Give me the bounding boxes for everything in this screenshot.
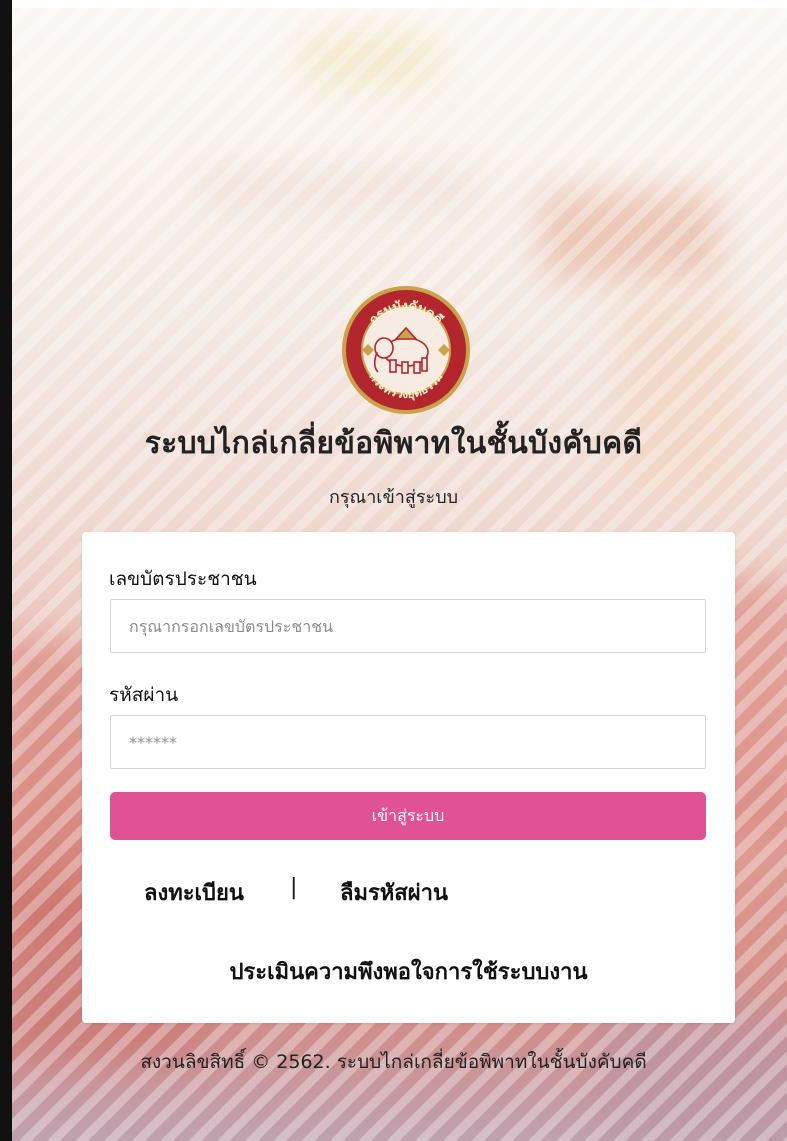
forgot-password-link[interactable]: ลืมรหัสผ่าน [340,875,448,910]
footer-copyright: สงวนลิขสิทธิ์ © 2562. ระบบไกล่เกลี่ยข้อพ… [140,1051,647,1073]
auth-links: ลงทะเบียน | ลืมรหัสผ่าน [82,875,735,906]
login-card: เลขบัตรประชาชน รหัสผ่าน เข้าสู่ระบบ ลงทะ… [82,532,735,1023]
id-card-label: เลขบัตรประชาชน [109,568,257,590]
link-separator: | [290,875,298,900]
login-page: กรมบังคับคดี กระทรวงยุติธรรม ระบบไกล่เกล… [0,0,787,1141]
page-title: ระบบไกล่เกลี่ยข้อพิพาทในชั้นบังคับคดี [144,426,643,461]
department-seal-logo: กรมบังคับคดี กระทรวงยุติธรรม [342,286,470,414]
register-link[interactable]: ลงทะเบียน [144,875,244,910]
top-edge [0,0,787,8]
page-subtitle: กรุณาเข้าสู่ระบบ [328,487,459,508]
password-label: รหัสผ่าน [109,684,179,706]
left-edge-bar [0,0,12,1141]
password-input[interactable] [110,715,706,769]
id-card-input[interactable] [110,599,706,653]
login-button[interactable]: เข้าสู่ระบบ [110,792,706,840]
satisfaction-survey-link[interactable]: ประเมินความพึงพอใจการใช้ระบบงาน [82,954,735,989]
